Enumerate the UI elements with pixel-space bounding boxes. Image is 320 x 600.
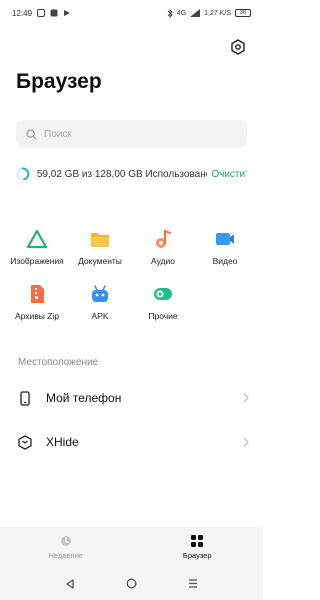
- category-label: Документы: [78, 256, 122, 266]
- bottom-navigation: Недавние Браузер: [0, 527, 263, 567]
- category-audio[interactable]: Аудио: [130, 228, 196, 266]
- bluetooth-icon: [167, 8, 173, 18]
- status-time: 12:49: [12, 8, 33, 18]
- hexagon-settings-icon: [231, 39, 245, 55]
- category-label: APK: [91, 311, 109, 321]
- location-item-xhide[interactable]: XHide: [0, 420, 263, 464]
- play-icon: [64, 10, 71, 16]
- location-item-label: Мой телефон: [46, 391, 122, 405]
- home-icon[interactable]: [126, 578, 137, 589]
- signal-icon: [190, 9, 201, 17]
- battery-icon: 36: [235, 9, 251, 17]
- tab-label: Недавние: [48, 550, 83, 560]
- status-bar: 12:49 4G 1,27 K/S 36: [0, 0, 263, 26]
- settings-button[interactable]: [229, 38, 247, 56]
- category-label: Изображения: [10, 256, 64, 266]
- system-navigation-bar: [0, 567, 263, 600]
- page-title: Браузер: [16, 70, 102, 93]
- search-input[interactable]: [44, 128, 224, 140]
- back-icon[interactable]: [65, 578, 75, 589]
- chevron-right-icon: [243, 437, 249, 447]
- tab-browser[interactable]: Браузер: [132, 527, 264, 567]
- zip-file-icon: [31, 285, 44, 303]
- category-video[interactable]: Видео: [192, 228, 258, 266]
- category-images[interactable]: Изображения: [4, 228, 70, 266]
- category-zip[interactable]: Архивы Zip: [4, 283, 70, 321]
- video-icon: [216, 233, 234, 245]
- android-icon: [92, 285, 108, 302]
- category-other[interactable]: Прочие: [130, 283, 196, 321]
- folder-icon: [91, 233, 109, 247]
- grid-icon: [191, 534, 204, 547]
- xhide-hexagon-icon: [18, 434, 32, 450]
- search-icon: [26, 128, 37, 140]
- tab-recent[interactable]: Недавние: [0, 527, 132, 567]
- storage-ring-icon: [16, 167, 30, 181]
- clock-icon: [60, 535, 71, 546]
- phone-icon: [18, 390, 32, 406]
- network-speed: 1,27 K/S: [204, 9, 231, 17]
- search-bar[interactable]: [16, 120, 247, 148]
- music-note-icon: [156, 229, 171, 248]
- other-files-icon: [154, 288, 172, 300]
- category-documents[interactable]: Документы: [67, 228, 133, 266]
- category-label: Прочие: [148, 311, 178, 321]
- tab-label: Браузер: [182, 550, 212, 560]
- signal-type: 4G: [176, 9, 187, 17]
- category-apk[interactable]: APK: [67, 283, 133, 321]
- storage-row: 59,02 GB из 128,00 GB Использовано Очист…: [16, 165, 247, 183]
- chevron-right-icon: [243, 393, 249, 403]
- location-item-label: XHide: [46, 435, 79, 449]
- storage-usage-text: 59,02 GB из 128,00 GB Использовано: [36, 168, 208, 180]
- location-item-my-phone[interactable]: Мой телефон: [0, 376, 263, 420]
- triangle-image-icon: [26, 229, 48, 249]
- location-section-label: Местоположение: [18, 357, 99, 368]
- notification-icon: [37, 9, 46, 17]
- browser-screen: 12:49 4G 1,27 K/S 36 Браузер Поиск 59,02…: [0, 0, 263, 600]
- clean-button[interactable]: Очистить: [211, 169, 247, 180]
- status-left: 12:49: [12, 9, 71, 18]
- recents-menu-icon[interactable]: [188, 579, 198, 588]
- category-label: Архивы Zip: [14, 311, 60, 321]
- category-label: Видео: [212, 256, 238, 266]
- status-right: 4G 1,27 K/S 36: [167, 8, 251, 18]
- message-icon: [50, 9, 58, 17]
- category-label: Аудио: [151, 256, 175, 266]
